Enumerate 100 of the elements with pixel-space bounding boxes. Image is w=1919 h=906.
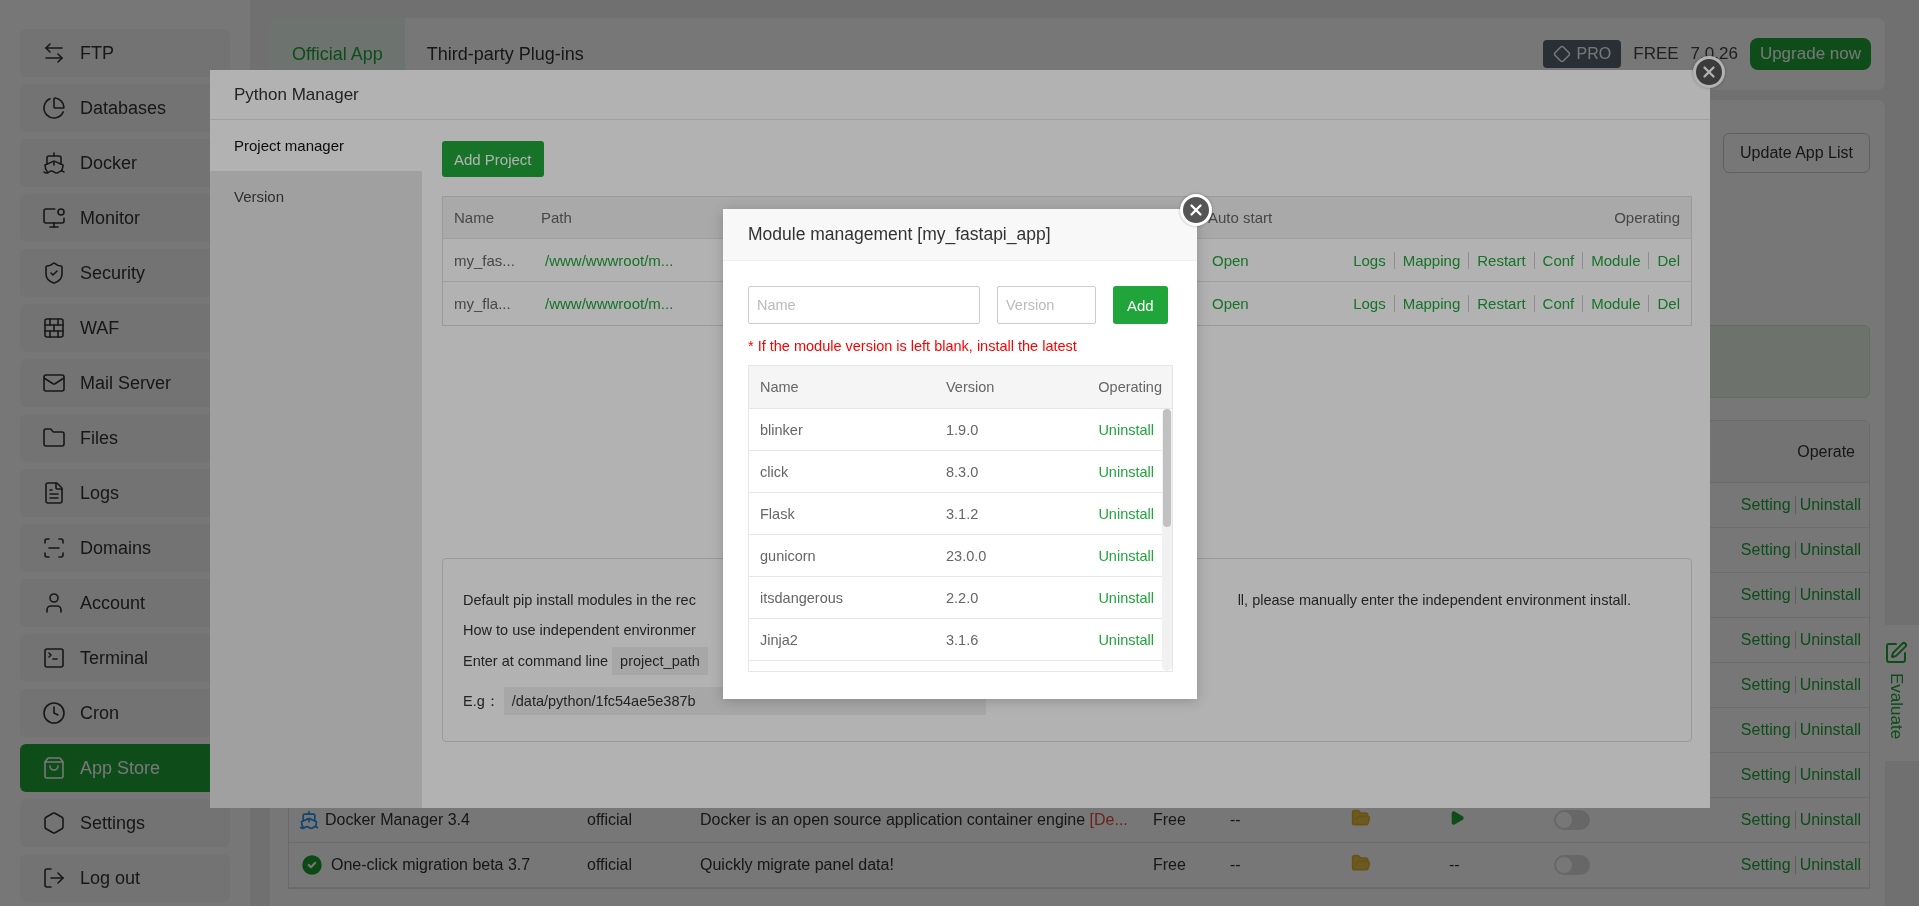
- module-name: Jinja2: [760, 631, 799, 648]
- sidebar-item[interactable]: Settings: [20, 799, 230, 847]
- action-link[interactable]: Restart: [1468, 295, 1534, 312]
- column-header: Operating: [1614, 209, 1680, 226]
- column-header: Auto start: [1208, 209, 1273, 226]
- nav-item[interactable]: Project manager: [210, 120, 422, 171]
- uninstall-link[interactable]: Uninstall: [1794, 631, 1861, 649]
- play-icon[interactable]: [1449, 810, 1465, 826]
- action-link[interactable]: Mapping: [1393, 251, 1469, 269]
- uninstall-link[interactable]: Uninstall: [1794, 766, 1861, 784]
- setting-link[interactable]: Setting: [1736, 496, 1795, 514]
- uninstall-link[interactable]: Uninstall: [1094, 589, 1154, 606]
- uninstall-link[interactable]: Uninstall: [1794, 811, 1861, 829]
- app-type: official: [587, 811, 634, 829]
- project-path-link[interactable]: /www/wwwroot/m...: [541, 295, 674, 312]
- upgrade-button[interactable]: Upgrade now: [1749, 38, 1871, 70]
- project-name: my_fla...: [454, 295, 511, 312]
- setting-link[interactable]: Setting: [1736, 856, 1795, 874]
- setting-link[interactable]: Setting: [1736, 631, 1795, 649]
- command-code: project_path: [612, 647, 708, 675]
- setting-link[interactable]: Setting: [1736, 721, 1795, 739]
- info-text: ll, please manually enter the independent environment install.: [1237, 592, 1631, 608]
- clock-icon: [42, 701, 66, 725]
- uninstall-link[interactable]: Uninstall: [1094, 547, 1154, 564]
- folder-icon[interactable]: [1351, 808, 1371, 828]
- app-description-tag: [De...: [1089, 811, 1128, 828]
- update-button[interactable]: Update App List: [1723, 133, 1870, 173]
- uninstall-link[interactable]: Uninstall: [1794, 676, 1861, 694]
- ship-icon: [42, 151, 66, 175]
- setting-link[interactable]: Setting: [1736, 586, 1795, 604]
- info-text: How to use independent environmer: [463, 622, 696, 638]
- action-link[interactable]: Restart: [1468, 251, 1534, 269]
- app-price: Free: [1153, 856, 1187, 874]
- setting-link[interactable]: Setting: [1736, 676, 1795, 694]
- module-version: 2.2.0: [946, 589, 980, 606]
- version-input[interactable]: Version: [997, 286, 1096, 324]
- sidebar-item[interactable]: FTP: [20, 29, 230, 77]
- uninstall-link[interactable]: Uninstall: [1094, 421, 1154, 438]
- info-text: Default pip install modules in the rec: [463, 592, 696, 608]
- folder-icon[interactable]: [1351, 853, 1371, 873]
- add-project-button[interactable]: Add Project: [442, 141, 544, 177]
- dialog-title: Module management [my_fastapi_app]: [748, 224, 1051, 245]
- uninstall-link[interactable]: Uninstall: [1094, 505, 1154, 522]
- pro-badge: PRO: [1542, 40, 1622, 68]
- check-circle-icon: [299, 852, 325, 878]
- module-name: Flask: [760, 505, 796, 522]
- setting-link[interactable]: Setting: [1736, 766, 1795, 784]
- action-link[interactable]: Conf: [1533, 295, 1583, 312]
- column-header: Path: [541, 209, 572, 226]
- monitor-icon: [42, 206, 66, 230]
- app-expire: --: [1230, 811, 1242, 829]
- action-link[interactable]: Logs: [1345, 251, 1394, 269]
- setting-link[interactable]: Setting: [1736, 541, 1795, 559]
- action-link[interactable]: Module: [1582, 295, 1649, 312]
- auto-start-link[interactable]: Open: [1208, 251, 1253, 269]
- document-icon: [42, 481, 66, 505]
- uninstall-link[interactable]: Uninstall: [1094, 631, 1154, 648]
- action-link[interactable]: Module: [1582, 251, 1649, 269]
- bag-icon: [42, 756, 66, 780]
- app-name: Docker Manager 3.4: [325, 811, 470, 829]
- action-link[interactable]: Del: [1648, 295, 1680, 312]
- action-link[interactable]: Logs: [1345, 295, 1394, 312]
- brick-wall-icon: [42, 316, 66, 340]
- name-input[interactable]: Name: [748, 286, 980, 324]
- action-link[interactable]: Conf: [1533, 251, 1583, 269]
- uninstall-link[interactable]: Uninstall: [1794, 856, 1861, 874]
- scrollbar[interactable]: [1162, 409, 1172, 671]
- module-version: 8.3.0: [946, 463, 980, 480]
- folder-icon: [42, 426, 66, 450]
- uninstall-link[interactable]: Uninstall: [1794, 721, 1861, 739]
- close-icon: [1187, 201, 1205, 219]
- arrows-icon: [42, 41, 66, 65]
- diamond-icon: [1552, 45, 1571, 63]
- auto-start-link[interactable]: Open: [1208, 295, 1253, 312]
- module-version: 23.0.0: [946, 547, 988, 564]
- module-version: 1.9.0: [946, 421, 980, 438]
- column-header: Name: [454, 209, 494, 226]
- uninstall-link[interactable]: Uninstall: [1794, 541, 1861, 559]
- app-description: Docker is an open source application container engine: [700, 811, 1087, 828]
- add-button[interactable]: Add: [1113, 286, 1168, 324]
- setting-link[interactable]: Setting: [1736, 811, 1795, 829]
- module-name: itsdangerous: [760, 589, 845, 606]
- project-path-link[interactable]: /www/wwwroot/m...: [541, 251, 674, 269]
- app-name: One-click migration beta 3.7: [331, 856, 531, 874]
- action-link[interactable]: Del: [1648, 251, 1680, 269]
- logout-icon: [42, 866, 66, 890]
- info-text: Enter at command line: [463, 653, 609, 669]
- column-header: Version: [946, 379, 996, 395]
- app-status: --: [1449, 856, 1460, 873]
- uninstall-link[interactable]: Uninstall: [1094, 463, 1154, 480]
- warning-text: * If the module version is left blank, install the latest: [748, 338, 1078, 354]
- column-header: Name: [760, 379, 800, 395]
- column-header: Operating: [1098, 379, 1162, 395]
- module-name: gunicorn: [760, 547, 817, 564]
- action-link[interactable]: Mapping: [1393, 295, 1469, 312]
- sidebar-item[interactable]: Log out: [20, 854, 230, 902]
- shield-icon: [42, 261, 66, 285]
- module-name: click: [760, 463, 790, 480]
- uninstall-link[interactable]: Uninstall: [1794, 496, 1861, 514]
- uninstall-link[interactable]: Uninstall: [1794, 586, 1861, 604]
